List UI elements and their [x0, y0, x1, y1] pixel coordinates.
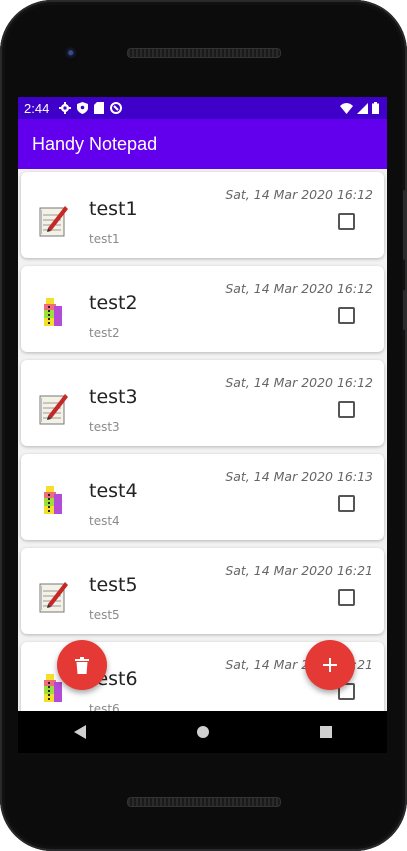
status-time: 2:44 — [24, 100, 50, 116]
front-camera-icon — [64, 46, 79, 61]
signal-icon — [357, 102, 368, 114]
back-icon[interactable] — [73, 725, 86, 739]
bottom-speaker — [127, 797, 281, 807]
note-title: test3 — [89, 386, 138, 408]
battery-icon — [372, 102, 379, 114]
volume-button — [403, 190, 407, 260]
plus-icon — [323, 658, 337, 672]
note-date: Sat, 14 Mar 2020 16:12 — [225, 281, 373, 296]
settings-gear-icon — [59, 102, 72, 114]
note-subtitle: test6 — [89, 702, 120, 711]
status-bar: 2:44 — [18, 97, 387, 119]
note-title: test1 — [89, 198, 138, 220]
note-date: Sat, 14 Mar 2020 16:12 — [225, 187, 373, 202]
note-title: test4 — [89, 480, 138, 502]
notepad-pencil-icon — [39, 582, 68, 613]
note-subtitle: test5 — [89, 608, 120, 622]
sd-card-icon — [94, 102, 105, 114]
note-card[interactable]: test2 test2 Sat, 14 Mar 2020 16:12 — [21, 266, 384, 352]
note-checkbox[interactable] — [338, 401, 355, 418]
phone-frame: 2:44 Handy Notepad test1 test1 Sat, 14 M… — [0, 0, 407, 851]
note-card[interactable]: test4 test4 Sat, 14 Mar 2020 16:13 — [21, 454, 384, 540]
note-date: Sat, 14 Mar 2020 16:13 — [225, 469, 373, 484]
note-date: Sat, 14 Mar 2020 16:21 — [225, 563, 373, 578]
app-title: Handy Notepad — [32, 133, 158, 154]
top-speaker — [127, 48, 281, 58]
power-button — [403, 290, 407, 330]
note-checkbox[interactable] — [338, 307, 355, 324]
system-navigation-bar — [18, 711, 387, 753]
app-bar: Handy Notepad — [18, 119, 387, 169]
app-screen: 2:44 Handy Notepad test1 test1 Sat, 14 M… — [18, 97, 387, 711]
note-card[interactable]: test1 test1 Sat, 14 Mar 2020 16:12 — [21, 172, 384, 258]
recent-apps-icon[interactable] — [319, 726, 332, 738]
note-title: test2 — [89, 292, 138, 314]
note-subtitle: test3 — [89, 420, 120, 434]
add-note-button[interactable] — [305, 640, 355, 690]
home-icon[interactable] — [196, 726, 209, 738]
note-title: test5 — [89, 574, 138, 596]
notepad-pencil-icon — [39, 206, 68, 237]
note-checkbox[interactable] — [338, 495, 355, 512]
note-subtitle: test2 — [89, 326, 120, 340]
trash-icon — [75, 656, 89, 674]
note-subtitle: test1 — [89, 232, 120, 246]
note-card[interactable]: test3 test3 Sat, 14 Mar 2020 16:12 — [21, 360, 384, 446]
shield-icon — [77, 102, 89, 114]
notepad-pencil-icon — [39, 394, 68, 425]
note-checkbox[interactable] — [338, 589, 355, 606]
note-subtitle: test4 — [89, 514, 120, 528]
note-checkbox[interactable] — [338, 213, 355, 230]
note-card[interactable]: test5 test5 Sat, 14 Mar 2020 16:21 — [21, 548, 384, 634]
delete-button[interactable] — [57, 640, 107, 690]
note-date: Sat, 14 Mar 2020 16:12 — [225, 375, 373, 390]
zip-archive-icon — [44, 486, 62, 514]
sync-icon — [110, 102, 123, 114]
wifi-icon — [340, 102, 353, 114]
zip-archive-icon — [44, 298, 62, 326]
